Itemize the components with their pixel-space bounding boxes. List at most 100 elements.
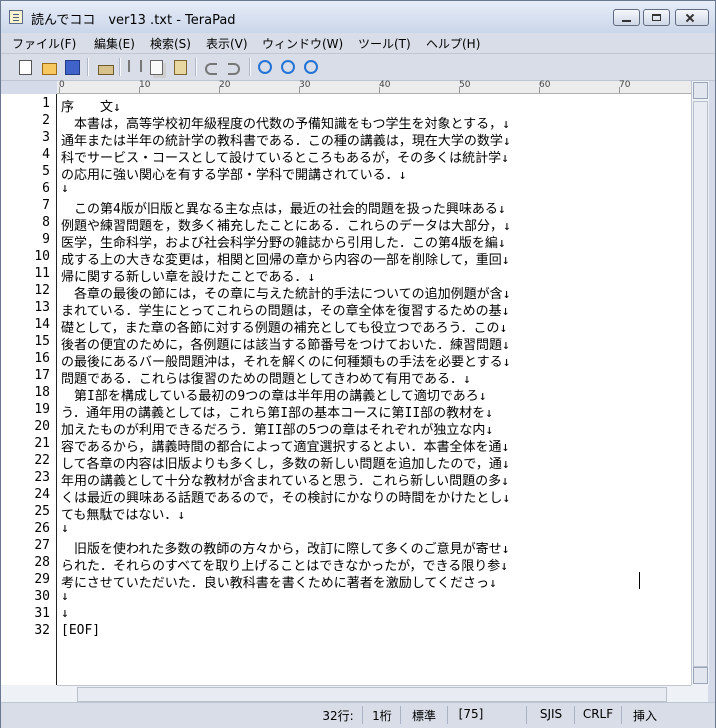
find-next-icon (281, 60, 295, 74)
print-button[interactable] (95, 58, 114, 76)
status-separator (621, 706, 622, 724)
menu-edit[interactable]: 編集(E) (91, 35, 138, 51)
scrollbar-corner (691, 685, 708, 702)
line-number: 29 (34, 572, 50, 587)
status-separator (526, 706, 527, 724)
line-number: 11 (34, 266, 50, 281)
ruler-label: 70 (619, 80, 631, 90)
editor-line[interactable]: [EOF] (61, 623, 689, 638)
status-separator (574, 706, 575, 724)
status-separator (447, 706, 448, 724)
menu-window[interactable]: ウィンドウ(W) (259, 35, 346, 51)
line-number: 32 (34, 623, 50, 638)
status-bar: 32行: 1桁 標準 [75] SJIS CRLF 挿入 (1, 702, 715, 728)
text-editor[interactable]: 1 2 3 4 5 6 7 8 9 10 11 12 13 14 15 16 1… (1, 94, 691, 685)
line-number: 26 (34, 521, 50, 536)
line-number-gutter: 1 2 3 4 5 6 7 8 9 10 11 12 13 14 15 16 1… (1, 94, 57, 685)
line-number: 20 (34, 419, 50, 434)
line-number: 16 (34, 351, 50, 366)
save-icon (65, 60, 80, 75)
scroll-up-button[interactable] (693, 82, 708, 99)
find-next-button[interactable] (278, 58, 296, 76)
toolbar-separator (119, 58, 121, 76)
ruler-label: 30 (299, 80, 311, 90)
line-number: 31 (34, 606, 50, 621)
maximize-button[interactable] (643, 9, 670, 26)
ruler-label: 10 (139, 80, 151, 90)
scroll-down-button[interactable] (693, 667, 708, 684)
toolbar-separator (195, 58, 197, 76)
horizontal-scroll-thumb[interactable] (77, 687, 667, 702)
editor-line[interactable]: ↓ (61, 181, 689, 196)
paste-icon (174, 60, 187, 75)
line-number: 5 (42, 164, 50, 179)
redo-button[interactable] (225, 58, 243, 76)
line-number: 18 (34, 385, 50, 400)
column-ruler: 0 10 20 30 40 50 60 70 (57, 80, 691, 94)
editor-line[interactable]: ↓ (61, 606, 689, 621)
ruler-label: 40 (379, 80, 391, 90)
status-code: [75] (458, 707, 484, 721)
print-icon (98, 65, 114, 75)
ruler-label: 0 (59, 80, 65, 90)
undo-icon (205, 63, 217, 75)
copy-button[interactable] (147, 58, 165, 76)
line-number: 28 (34, 555, 50, 570)
open-folder-button[interactable] (39, 58, 57, 76)
terapad-window: 読んでココ ver13 .txt - TeraPad ファイル(F) 編集(E)… (0, 0, 716, 728)
line-number: 15 (34, 334, 50, 349)
menu-view[interactable]: 表示(V) (203, 35, 251, 51)
ruler-label: 20 (219, 80, 231, 90)
toolbar-separator (249, 58, 251, 76)
menu-file[interactable]: ファイル(F) (9, 35, 79, 51)
line-number: 27 (34, 538, 50, 553)
menu-search[interactable]: 検索(S) (147, 35, 194, 51)
undo-button[interactable] (202, 58, 220, 76)
status-column: 1桁 (372, 709, 392, 723)
ruler-label: 50 (459, 80, 471, 90)
vertical-scrollbar[interactable] (691, 81, 709, 685)
menu-help[interactable]: ヘルプ(H) (423, 35, 483, 51)
line-number: 22 (34, 453, 50, 468)
scrollbar-corner (1, 685, 57, 702)
search-icon (258, 60, 272, 74)
scroll-thumb[interactable] (693, 101, 708, 667)
line-number: 7 (42, 198, 50, 213)
title-bar[interactable]: 読んでココ ver13 .txt - TeraPad (1, 1, 715, 33)
line-number: 21 (34, 436, 50, 451)
cut-icon (128, 60, 142, 72)
redo-icon (228, 63, 240, 75)
status-mode: 標準 (411, 709, 436, 723)
editor-line[interactable]: ↓ (61, 589, 689, 604)
find-prev-button[interactable] (301, 58, 319, 76)
text-cursor (639, 572, 640, 589)
line-number: 3 (42, 130, 50, 145)
editor-line[interactable]: ↓ (61, 521, 689, 536)
new-file-button[interactable] (16, 58, 34, 76)
line-number: 13 (34, 300, 50, 315)
ruler-label: 60 (539, 80, 551, 90)
search-button[interactable] (255, 58, 273, 76)
status-newline: CRLF (582, 707, 614, 721)
toolbar-separator (87, 58, 89, 76)
paste-button[interactable] (171, 58, 189, 76)
cut-button[interactable] (125, 58, 143, 76)
line-number: 2 (42, 113, 50, 128)
horizontal-scrollbar[interactable] (57, 685, 691, 703)
status-separator (400, 706, 401, 724)
find-prev-icon (304, 60, 318, 74)
line-number: 30 (34, 589, 50, 604)
menu-tools[interactable]: ツール(T) (355, 35, 414, 51)
line-number: 9 (42, 232, 50, 247)
status-encoding: SJIS (539, 707, 563, 721)
open-folder-icon (42, 63, 57, 75)
line-number: 19 (34, 402, 50, 417)
close-button[interactable] (675, 9, 709, 26)
copy-icon (150, 60, 163, 75)
save-button[interactable] (62, 58, 80, 76)
line-number: 12 (34, 283, 50, 298)
line-number: 6 (42, 181, 50, 196)
notepad-icon (9, 10, 23, 24)
minimize-button[interactable] (613, 9, 640, 26)
line-number: 4 (42, 147, 50, 162)
